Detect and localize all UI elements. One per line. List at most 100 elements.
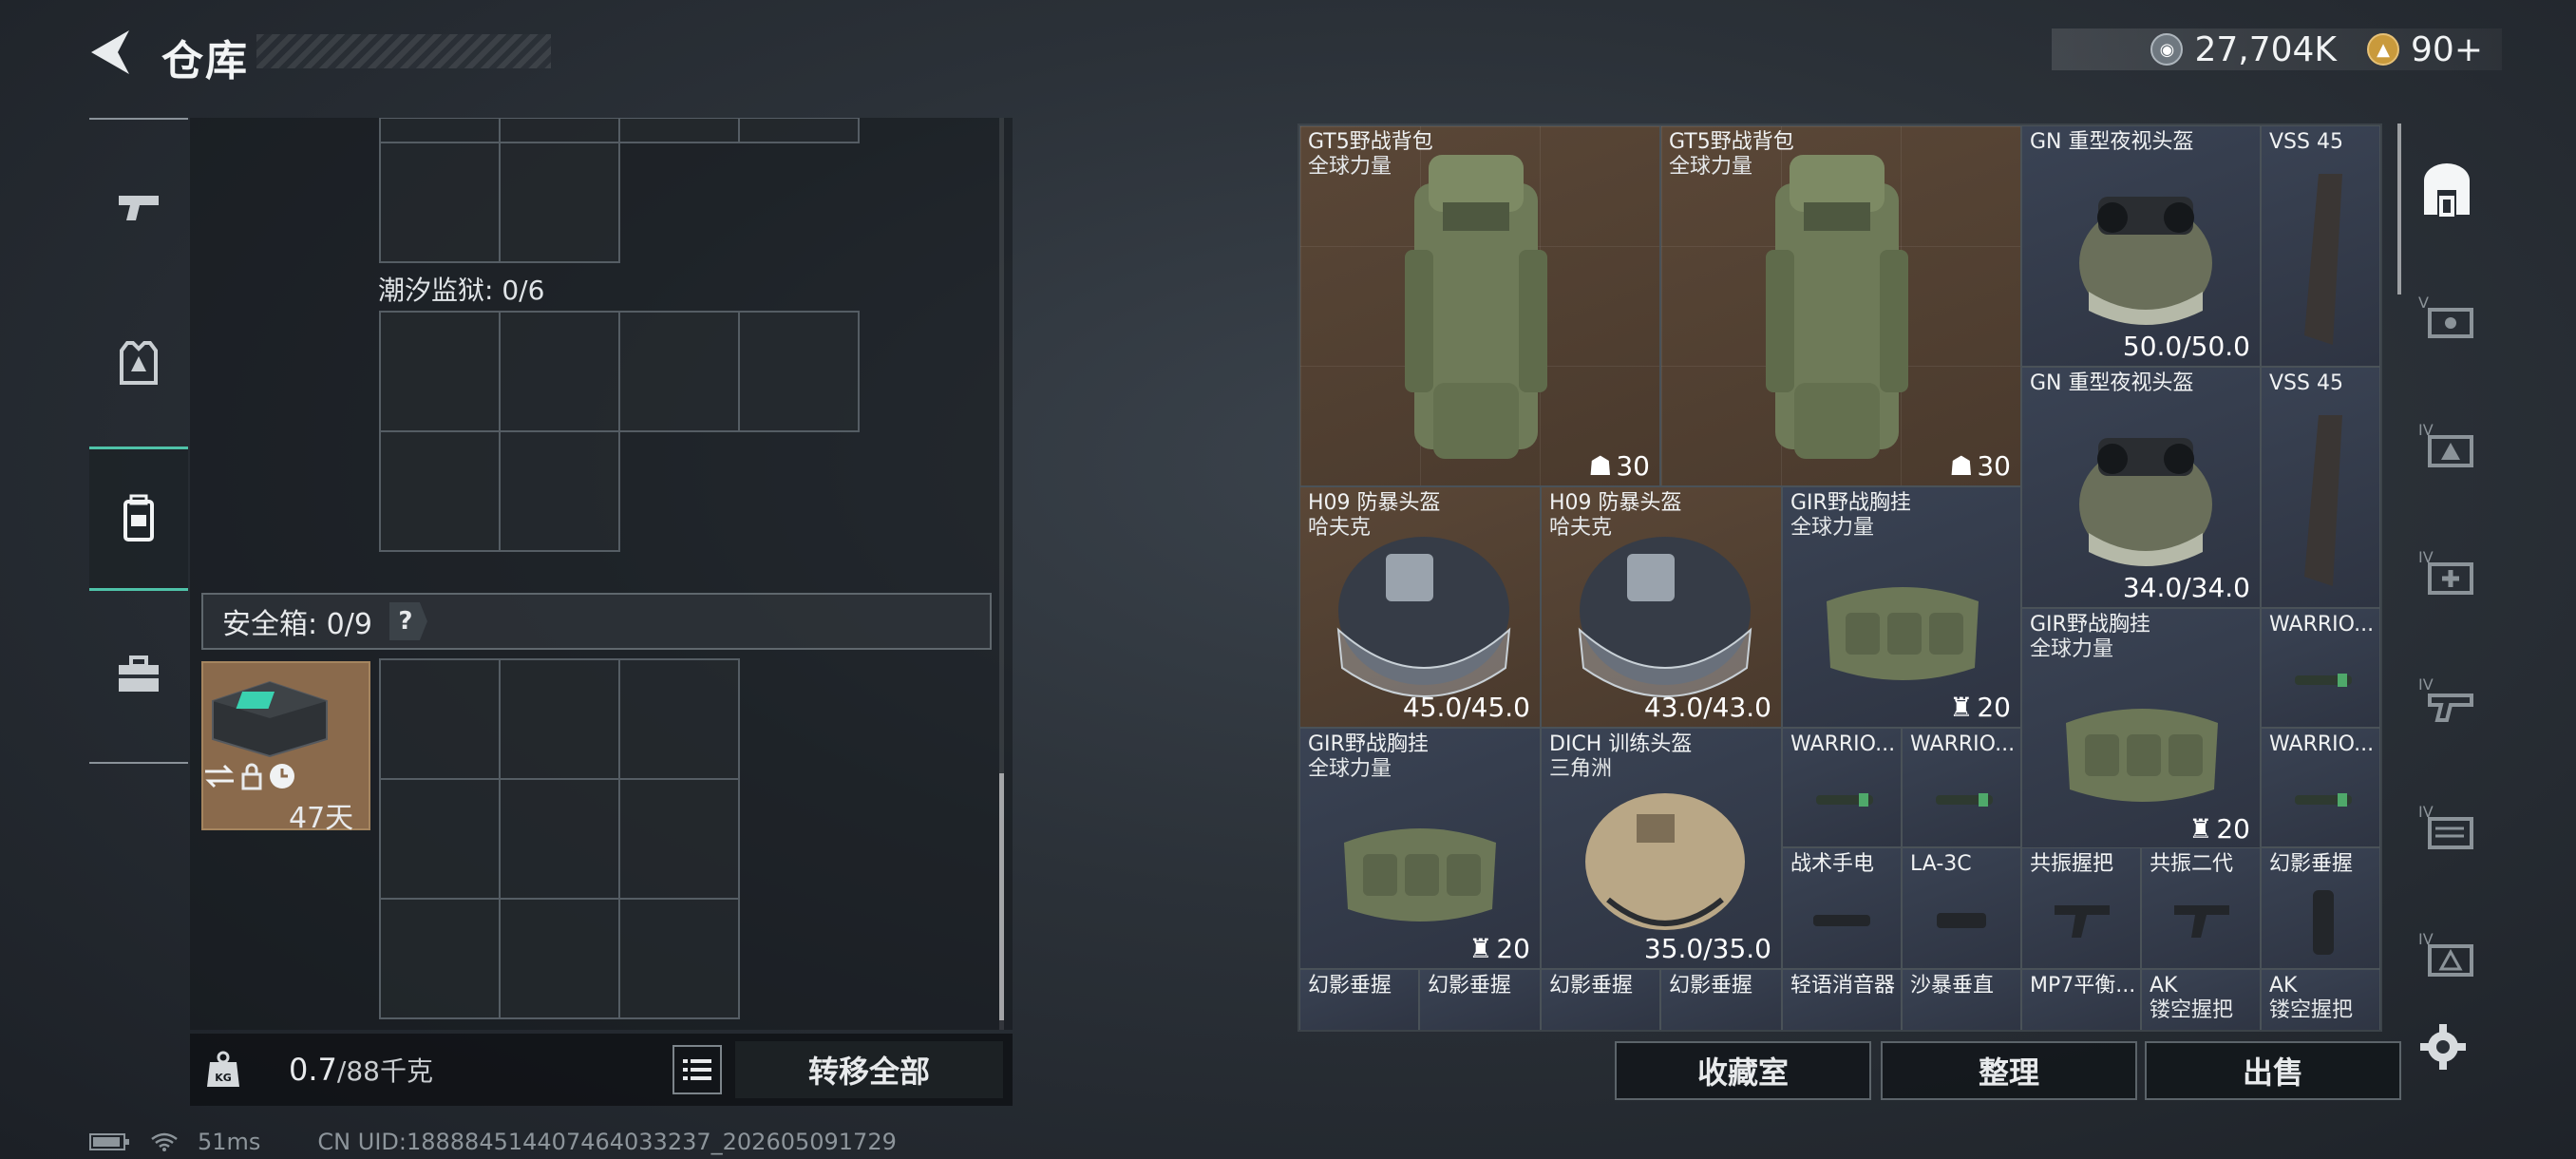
- inventory-item[interactable]: 沙暴垂直: [1902, 969, 2021, 1030]
- grid-slot[interactable]: [379, 898, 501, 1019]
- weight-readout: 0.7/88千克: [289, 1052, 433, 1088]
- inventory-item[interactable]: MP7平衡...: [2021, 969, 2141, 1030]
- inventory-item[interactable]: AK 镂空握把: [2261, 969, 2380, 1030]
- grid-slot[interactable]: [618, 311, 740, 432]
- inventory-item[interactable]: 幻影垂握: [1541, 969, 1660, 1030]
- settings-button[interactable]: [2418, 1022, 2468, 1075]
- filter-category-7[interactable]: IV: [2403, 897, 2491, 1011]
- nav-armor[interactable]: [89, 291, 188, 435]
- storage-scrollbar-thumb[interactable]: [999, 773, 1004, 1020]
- grid-slot[interactable]: [499, 658, 620, 780]
- flashlight-icon: [1936, 793, 1993, 807]
- grid-slot[interactable]: [379, 778, 501, 900]
- sell-button[interactable]: 出售: [2145, 1041, 2401, 1100]
- backpack-icon: [123, 494, 154, 542]
- grid-slot[interactable]: [499, 118, 620, 143]
- swap-icon[interactable]: [203, 762, 236, 790]
- grip-icon: [2174, 905, 2229, 938]
- safebox-case-item[interactable]: 47天: [201, 661, 370, 835]
- grid-slot[interactable]: [499, 311, 620, 432]
- safebox-grid: [379, 658, 740, 1019]
- grid-slot[interactable]: [499, 898, 620, 1019]
- inventory-item[interactable]: WARRIO...: [2261, 728, 2380, 847]
- grid-slot[interactable]: [618, 118, 740, 143]
- nav-backpack[interactable]: [89, 446, 188, 591]
- inventory-scrollbar-thumb[interactable]: [2397, 124, 2401, 294]
- safebox-label: 安全箱: 0/9: [222, 608, 372, 641]
- svg-text:V: V: [2418, 294, 2429, 312]
- inventory-item[interactable]: H09 防暴头盔 哈夫克 45.0/45.0: [1299, 486, 1541, 728]
- inventory-item[interactable]: 幻影垂握: [1419, 969, 1541, 1030]
- inventory-item[interactable]: H09 防暴头盔 哈夫克 43.0/43.0: [1541, 486, 1782, 728]
- inventory-item[interactable]: AK 镂空握把: [2141, 969, 2261, 1030]
- storage-panel: 潮汐监狱: 0/6 安全箱: 0/9 ? 47天: [190, 118, 1013, 1030]
- nav-toolbox[interactable]: [89, 602, 188, 747]
- inventory-item[interactable]: DICH 训练头盔 三角洲 35.0/35.0: [1541, 728, 1782, 969]
- grid-slot[interactable]: [379, 311, 501, 432]
- inventory-item[interactable]: LA-3C: [1902, 847, 2021, 969]
- flashlight-icon: [2295, 793, 2352, 807]
- inventory-item[interactable]: GT5野战背包 全球力量 ☗ 30: [1299, 125, 1660, 486]
- filter-category-2[interactable]: V: [2403, 260, 2491, 374]
- armor-vest-icon: [120, 341, 158, 385]
- help-icon[interactable]: ?: [388, 602, 427, 640]
- sort-button[interactable]: 整理: [1881, 1041, 2137, 1100]
- inventory-item[interactable]: WARRIO...: [1902, 728, 2021, 847]
- container-top-grid: [379, 142, 620, 263]
- inventory-item[interactable]: 轻语消音器: [1782, 969, 1902, 1030]
- document-tier-icon: IV: [2418, 803, 2473, 849]
- collection-room-button[interactable]: 收藏室: [1615, 1041, 1871, 1100]
- inventory-item[interactable]: 幻影垂握: [2261, 847, 2380, 969]
- grid-slot[interactable]: [618, 898, 740, 1019]
- inventory-item[interactable]: VSS 45: [2261, 125, 2380, 367]
- inventory-item[interactable]: GN 重型夜视头盔 34.0/34.0: [2021, 367, 2261, 608]
- title-decoration: [256, 34, 551, 68]
- inventory-item[interactable]: WARRIO...: [1782, 728, 1902, 847]
- flashlight-icon: [2295, 674, 2352, 687]
- grid-slot[interactable]: [738, 311, 860, 432]
- filter-category-5[interactable]: IV: [2403, 642, 2491, 756]
- grid-slot[interactable]: [379, 658, 501, 780]
- inventory-item[interactable]: 幻影垂握: [1660, 969, 1782, 1030]
- list-view-button[interactable]: [672, 1045, 722, 1094]
- inventory-item[interactable]: GIR野战胸挂 全球力量 ♜ 20: [1299, 728, 1541, 969]
- grid-slot[interactable]: [499, 430, 620, 552]
- currency-bar: ◉ 27,704K ▲ 90+: [2052, 28, 2502, 70]
- filter-category-3[interactable]: IV: [2403, 388, 2491, 502]
- grid-slot[interactable]: [618, 658, 740, 780]
- laser-icon: [1937, 913, 1986, 928]
- inventory-item[interactable]: GIR野战胸挂 全球力量 ♜ 20: [1782, 486, 2021, 728]
- grid-slot[interactable]: [379, 430, 501, 552]
- inventory-item[interactable]: 幻影垂握: [1299, 969, 1419, 1030]
- flashlight-icon: [1816, 793, 1873, 807]
- currency-1-value: 27,704K: [2194, 29, 2338, 69]
- grid-slot[interactable]: [499, 778, 620, 900]
- inventory-item[interactable]: VSS 45: [2261, 367, 2380, 608]
- grid-slot[interactable]: [618, 778, 740, 900]
- armor-tier-icon: IV: [2418, 421, 2473, 467]
- inventory-item[interactable]: 共振二代: [2141, 847, 2261, 969]
- inventory-item[interactable]: GIR野战胸挂 全球力量 ♜ 20: [2021, 608, 2261, 849]
- filter-category-6[interactable]: IV: [2403, 770, 2491, 884]
- grid-slot[interactable]: [499, 142, 620, 263]
- left-category-nav: [89, 118, 188, 764]
- grid-slot[interactable]: [379, 142, 501, 263]
- inventory-item[interactable]: 共振握把: [2021, 847, 2141, 969]
- inventory-item[interactable]: GT5野战背包 全球力量 ☗ 30: [1660, 125, 2021, 486]
- transfer-all-button[interactable]: 转移全部: [735, 1041, 1003, 1098]
- battery-icon: [89, 1133, 129, 1150]
- user-icon: ☗: [1949, 450, 1974, 482]
- clock-icon: [270, 764, 295, 788]
- inventory-item[interactable]: WARRIO...: [2261, 608, 2380, 728]
- magazine-icon: [2304, 174, 2342, 345]
- weight-bar: KG 0.7/88千克 转移全部: [190, 1034, 1013, 1106]
- filter-category-4[interactable]: IV: [2403, 515, 2491, 629]
- filter-all[interactable]: [2403, 133, 2491, 247]
- grid-slot[interactable]: [379, 118, 501, 143]
- inventory-item[interactable]: GN 重型夜视头盔 50.0/50.0: [2021, 125, 2261, 367]
- nav-weapons[interactable]: [89, 135, 188, 279]
- tidal-prison-grid-row1: [379, 311, 860, 432]
- grid-slot[interactable]: [738, 118, 860, 143]
- inventory-item[interactable]: 战术手电: [1782, 847, 1902, 969]
- back-button[interactable]: [87, 28, 133, 76]
